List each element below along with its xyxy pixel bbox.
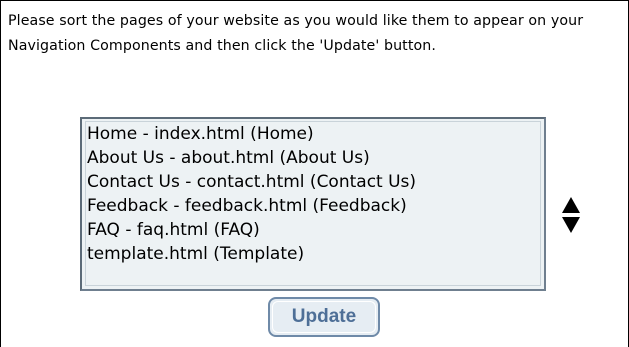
page-order-listbox[interactable]: Home - index.html (Home) About Us - abou… [80,117,546,291]
update-button-label: Update [291,306,357,327]
update-button[interactable]: Update [268,297,380,337]
list-item-contact-us[interactable]: Contact Us - contact.html (Contact Us) [87,170,416,194]
list-item-about-us[interactable]: About Us - about.html (About Us) [87,146,370,170]
list-item-faq[interactable]: FAQ - faq.html (FAQ) [87,218,260,242]
list-item-template[interactable]: template.html (Template) [87,242,304,266]
instructions-text: Please sort the pages of your website as… [8,13,584,54]
list-item-home[interactable]: Home - index.html (Home) [87,122,314,146]
move-controls [561,197,581,237]
move-down-icon[interactable] [562,217,580,233]
sort-pages-panel: Please sort the pages of your website as… [0,0,629,347]
move-up-icon[interactable] [562,197,580,213]
list-item-feedback[interactable]: Feedback - feedback.html (Feedback) [87,194,407,218]
